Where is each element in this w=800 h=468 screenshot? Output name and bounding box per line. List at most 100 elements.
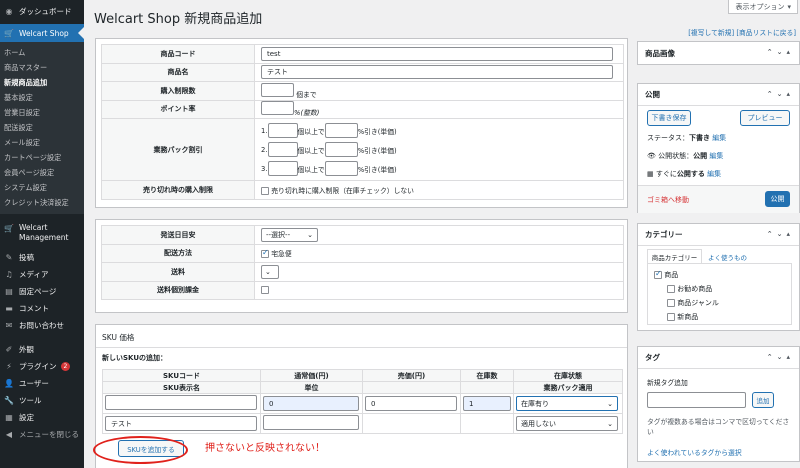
trash-link[interactable]: ゴミ箱へ移動	[647, 195, 689, 205]
pin-icon: ✎	[5, 253, 13, 262]
tag-popular-link[interactable]: よく使われているタグから選択	[647, 447, 742, 457]
comment-icon: ▬	[5, 304, 13, 313]
code-label: 商品コード	[101, 44, 255, 64]
sku-header-unit: 単位	[260, 381, 363, 394]
sku-section-title: SKU 価格	[102, 333, 135, 342]
menu-welcart-shop[interactable]: 🛒 Welcart Shop	[0, 24, 84, 42]
tag-help-text: タグが複数ある場合はコンマで区切ってください	[647, 418, 790, 436]
box-controls-icon[interactable]: ⌃⌄▴	[767, 90, 794, 98]
copy-new-link[interactable]: [複写して新規]	[688, 29, 734, 37]
sku-display-name-input[interactable]: テスト	[105, 416, 257, 431]
bulk-rate-2-input[interactable]	[324, 142, 358, 157]
category-item[interactable]: 商品	[654, 269, 678, 280]
category-item[interactable]: 新商品	[667, 312, 698, 322]
menu-collapse[interactable]: ◀ メニューを閉じる	[0, 426, 84, 443]
menu-contact[interactable]: ✉ お問い合わせ	[0, 317, 84, 334]
menu-tools[interactable]: 🔧 ツール	[0, 392, 84, 409]
back-to-list-link[interactable]: [商品リストに戻る]	[736, 29, 796, 37]
menu-pages[interactable]: ▤ 固定ページ	[0, 283, 84, 300]
product-name-input[interactable]: テスト	[261, 65, 613, 80]
category-item[interactable]: お勧め商品	[667, 284, 712, 294]
submenu-business-days[interactable]: 営業日設定	[0, 105, 84, 120]
soldout-checkbox[interactable]	[261, 186, 269, 195]
submenu-system[interactable]: システム設定	[0, 180, 84, 195]
tab-product-category[interactable]: 商品カテゴリー	[647, 249, 702, 263]
menu-posts[interactable]: ✎ 投稿	[0, 249, 84, 266]
bulk-qty-3-input[interactable]	[267, 161, 298, 176]
preview-button[interactable]: プレビュー	[740, 110, 790, 126]
sku-stock-input[interactable]: 1	[463, 396, 511, 411]
submenu-new-product[interactable]: 新規商品追加	[0, 75, 84, 90]
sku-header-display-name: SKU表示名	[102, 381, 261, 394]
box-controls-icon[interactable]: ⌃⌄▴	[767, 353, 794, 361]
purchase-limit-suffix: 個まで	[296, 90, 317, 99]
bulk-qty-2-input[interactable]	[267, 142, 298, 157]
menu-users[interactable]: 👤 ユーザー	[0, 375, 84, 392]
bulk-row-3: 3. 個以上で %引き(単価)	[261, 159, 623, 178]
submenu-credit[interactable]: クレジット決済設定	[0, 195, 84, 210]
media-icon: ♫	[5, 270, 13, 279]
menu-settings[interactable]: ▦ 設定	[0, 409, 84, 426]
category-item[interactable]: 商品ジャンル	[667, 298, 719, 308]
save-draft-button[interactable]: 下書き保存	[647, 110, 691, 126]
bulk-rate-1-input[interactable]	[324, 123, 358, 138]
sku-price-input[interactable]: 0	[365, 396, 457, 411]
individual-fee-checkbox[interactable]	[261, 286, 269, 295]
menu-dashboard[interactable]: ◉ ダッシュボード	[0, 4, 84, 19]
publish-time-edit-link[interactable]: 編集	[707, 170, 721, 178]
publish-title: 公開	[645, 90, 660, 99]
tag-add-button[interactable]: 追加	[752, 392, 774, 408]
box-controls-icon[interactable]: ⌃⌄▴	[767, 48, 794, 56]
submenu-member-page[interactable]: 会員ページ設定	[0, 165, 84, 180]
sku-code-input[interactable]	[105, 395, 257, 410]
welcart-submenu: ホーム 商品マスター 新規商品追加 基本設定 営業日設定 配送設定 メール設定 …	[0, 42, 84, 214]
publish-button[interactable]: 公開	[765, 191, 790, 207]
page-icon: ▤	[5, 287, 13, 296]
tab-frequently-used[interactable]: よく使うもの	[708, 252, 747, 262]
settings-icon: ▦	[5, 413, 13, 422]
menu-welcart-management[interactable]: 🛒 Welcart Management	[0, 218, 84, 244]
sku-header-regular: 通常価(円)	[260, 369, 363, 382]
screen-options-button[interactable]: 表示オプション ▾	[728, 0, 798, 14]
shipping-box: 発送日目安 --選択--⌄ 配送方法 宅急便 送料 ⌄ 送料個別課金	[95, 219, 628, 313]
cart-icon: 🛒	[4, 223, 14, 233]
submenu-home[interactable]: ホーム	[0, 45, 84, 60]
chevron-down-icon: ⌄	[607, 419, 613, 428]
submenu-basic-settings[interactable]: 基本設定	[0, 90, 84, 105]
bulk-rate-3-input[interactable]	[324, 161, 358, 176]
tag-input[interactable]	[647, 392, 746, 408]
ship-method-checkbox[interactable]	[261, 248, 269, 259]
submenu-mail[interactable]: メール設定	[0, 135, 84, 150]
purchase-limit-input[interactable]	[261, 82, 294, 97]
sku-unit-input[interactable]	[263, 415, 359, 430]
sku-header-code: SKUコード	[102, 369, 261, 382]
sku-pack-select[interactable]: 適用しない ⌄	[516, 416, 618, 431]
sku-status-select[interactable]: 在庫有り ⌄	[516, 396, 618, 411]
ship-day-select[interactable]: --選択-- ⌄	[261, 227, 318, 242]
ship-day-label: 発送日目安	[101, 225, 255, 245]
status-edit-link[interactable]: 編集	[712, 134, 726, 142]
sku-header-price: 売価(円)	[362, 369, 461, 382]
product-image-title: 商品画像	[645, 48, 675, 58]
category-box: カテゴリー ⌃⌄▴ 商品カテゴリー よく使うもの 商品 お勧め商品 商品ジャンル…	[637, 223, 800, 331]
submenu-product-master[interactable]: 商品マスター	[0, 60, 84, 75]
bulk-row-1: 1. 個以上で %引き(単価)	[261, 121, 623, 140]
box-controls-icon[interactable]: ⌃⌄▴	[767, 230, 794, 238]
menu-comments[interactable]: ▬ コメント	[0, 300, 84, 317]
sku-regular-price-input[interactable]: 0	[263, 396, 359, 411]
bulk-row-2: 2. 個以上で %引き(単価)	[261, 140, 623, 159]
menu-plugins[interactable]: ⚡ プラグイン 2	[0, 358, 84, 375]
visibility-edit-link[interactable]: 編集	[709, 152, 723, 160]
chevron-down-icon: ⌄	[265, 267, 271, 276]
menu-appearance[interactable]: ✐ 外観	[0, 341, 84, 358]
sku-header-stock: 在庫数	[460, 369, 514, 382]
product-code-input[interactable]: test	[261, 46, 613, 61]
point-rate-input[interactable]	[261, 101, 294, 116]
sku-new-label: 新しいSKUの追加：	[102, 354, 168, 362]
shipping-fee-select[interactable]: ⌄	[261, 264, 279, 279]
bulk-qty-1-input[interactable]	[267, 123, 298, 138]
chevron-down-icon: ⌄	[607, 399, 613, 408]
submenu-cart-page[interactable]: カートページ設定	[0, 150, 84, 165]
menu-media[interactable]: ♫ メディア	[0, 266, 84, 283]
submenu-shipping[interactable]: 配送設定	[0, 120, 84, 135]
